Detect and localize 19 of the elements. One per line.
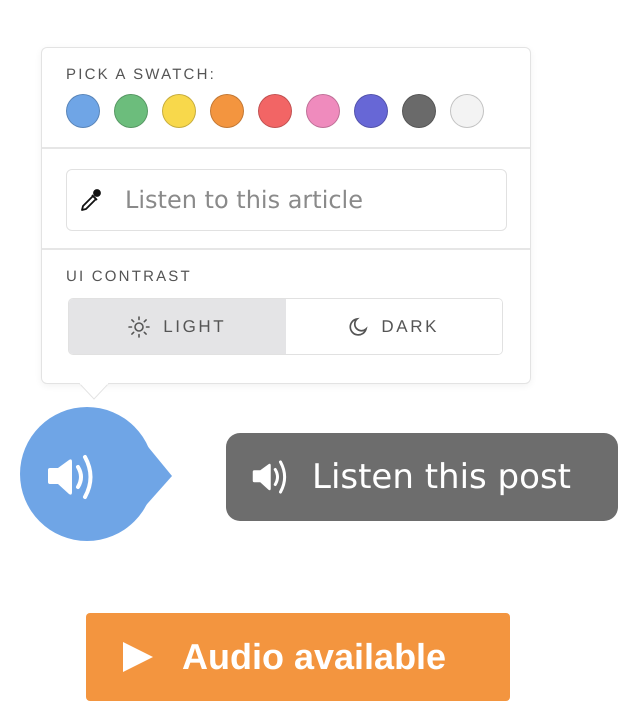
color-swatch[interactable] <box>306 94 340 128</box>
moon-icon <box>348 316 368 336</box>
color-swatch[interactable] <box>402 94 436 128</box>
color-swatch[interactable] <box>66 94 100 128</box>
color-swatch[interactable] <box>354 94 388 128</box>
title-field[interactable]: Listen to this article <box>66 169 507 231</box>
color-swatch[interactable] <box>210 94 244 128</box>
listen-button[interactable]: Listen this post <box>226 433 618 521</box>
color-swatch[interactable] <box>162 94 196 128</box>
play-icon <box>122 641 154 673</box>
pipette-icon <box>80 188 102 212</box>
contrast-label: UI CONTRAST <box>66 268 192 286</box>
color-swatch[interactable] <box>450 94 484 128</box>
color-swatch[interactable] <box>258 94 292 128</box>
speech-bubble[interactable] <box>20 407 172 541</box>
swatch-label: PICK A SWATCH: <box>66 66 216 84</box>
color-swatch[interactable] <box>114 94 148 128</box>
contrast-option[interactable]: LIGHT <box>69 299 286 354</box>
sun-icon <box>128 316 150 338</box>
